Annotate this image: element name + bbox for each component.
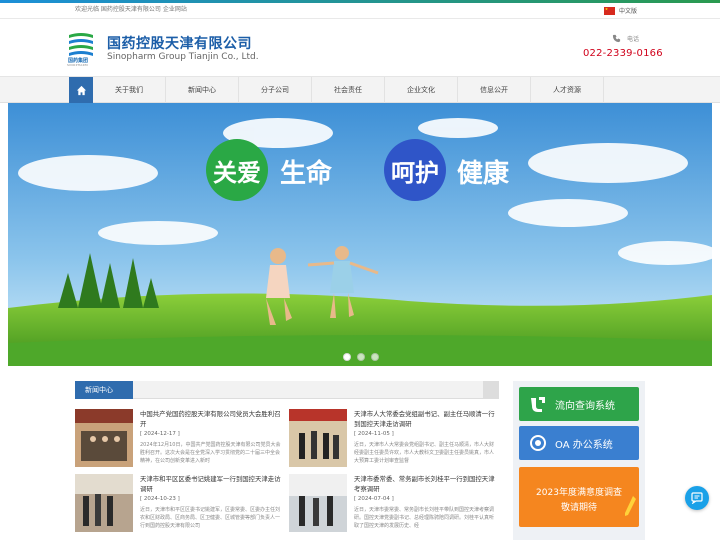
slogan-word-health: 健康 — [457, 159, 510, 189]
slogan-circle-protect: 呵护 — [384, 139, 446, 201]
carousel-dot-2[interactable] — [357, 353, 365, 361]
news-date: [ 2024-10-23 ] — [140, 496, 180, 502]
nav-item-disclosure[interactable]: 信息公开 — [458, 77, 531, 103]
oa-system-icon — [530, 435, 546, 451]
flow-query-icon — [531, 397, 545, 412]
phone-label: 电话 — [627, 36, 640, 43]
slogan-word-life: 生命 — [280, 159, 333, 189]
news-item[interactable]: 天津市委常委、常务副市长刘桂平一行到国控天津考察调研 [ 2024-07-04 … — [289, 474, 499, 536]
nav-item-careers[interactable]: 人才资源 — [531, 77, 604, 103]
quick-links-panel: 流向查询系统 OA 办公系统 2023年度满意度调查 敬请期待 — [513, 381, 645, 540]
news-tab[interactable]: 新闻中心 — [75, 381, 133, 399]
news-section: 新闻中心 中国共产党国药控股天津有限公司党员大会胜利召开 [ 2024-12-1… — [75, 381, 499, 540]
news-thumbnail[interactable] — [289, 409, 347, 467]
pencil-icon — [625, 496, 636, 516]
china-flag-icon — [604, 6, 615, 15]
survey-subtitle: 敬请期待 — [560, 503, 597, 513]
news-summary: 2024年12月10日，中国共产党国药控股天津有限公司党员大会胜利召开。这次大会… — [140, 442, 281, 464]
oa-system-label: OA 办公系统 — [555, 439, 613, 451]
banner-image — [8, 103, 712, 366]
nav-item-about[interactable]: 关于我们 — [93, 77, 166, 103]
nav-item-subsidiaries[interactable]: 分子公司 — [239, 77, 312, 103]
nav-item-social-responsibility[interactable]: 社会责任 — [312, 77, 385, 103]
news-summary: 近日，天津市人大常委会党组副书记、副主任马顺清，市人大财经委副主任委员许欢，市人… — [354, 442, 495, 464]
nav-item-news[interactable]: 新闻中心 — [166, 77, 239, 103]
language-label: 中文版 — [619, 8, 638, 15]
news-item[interactable]: 天津市人大常委会党组副书记、副主任马顺清一行到国控天津走访调研 [ 2024-1… — [289, 409, 499, 471]
hero-banner[interactable]: 关爱 生命 呵护 健康 — [8, 103, 712, 366]
top-bar: 欢迎光临 国药控股天津有限公司 企业网站 中文版 — [0, 3, 720, 19]
main-nav: 关于我们 新闻中心 分子公司 社会责任 企业文化 信息公开 人才资源 — [0, 76, 720, 103]
news-title[interactable]: 天津市人大常委会党组副书记、副主任马顺清一行到国控天津走访调研 — [354, 409, 496, 429]
news-date: [ 2024-12-17 ] — [140, 431, 180, 437]
welcome-text: 欢迎光临 国药控股天津有限公司 企业网站 — [75, 6, 187, 13]
home-icon — [76, 85, 86, 95]
phone-icon — [612, 34, 621, 43]
news-title[interactable]: 天津市委常委、常务副市长刘桂平一行到国控天津考察调研 — [354, 474, 496, 494]
flow-query-button[interactable]: 流向查询系统 — [519, 387, 639, 421]
oa-system-button[interactable]: OA 办公系统 — [519, 426, 639, 460]
news-summary: 近日，天津市和平区区委书记姚建军，区委常委、区委办主任刘农和区财政局、区商务局、… — [140, 507, 281, 529]
slogan-circle-care: 关爱 — [206, 139, 268, 201]
company-name-en: Sinopharm Group Tianjin Co., Ltd. — [107, 52, 259, 62]
news-title[interactable]: 天津市和平区区委书记姚建军一行到国控天津走访调研 — [140, 474, 282, 494]
phone-number: 022-2339-0166 — [583, 48, 663, 59]
chat-float-button[interactable] — [685, 486, 709, 510]
news-thumbnail[interactable] — [75, 409, 133, 467]
news-item[interactable]: 天津市和平区区委书记姚建军一行到国控天津走访调研 [ 2024-10-23 ] … — [75, 474, 285, 536]
satisfaction-survey-banner[interactable]: 2023年度满意度调查 敬请期待 — [519, 467, 639, 527]
news-date: [ 2024-11-05 ] — [354, 431, 394, 437]
news-title[interactable]: 中国共产党国药控股天津有限公司党员大会胜利召开 — [140, 409, 282, 429]
news-thumbnail[interactable] — [289, 474, 347, 532]
carousel-dot-1[interactable] — [343, 353, 351, 361]
news-date: [ 2024-07-04 ] — [354, 496, 394, 502]
news-summary: 近日，天津市委常委、常务副市长刘桂平带队到国控天津考察调研。国控天津党委副书记、… — [354, 507, 495, 529]
news-header: 新闻中心 — [75, 381, 499, 399]
carousel-dots — [343, 353, 379, 361]
survey-title: 2023年度满意度调查 — [536, 488, 622, 498]
news-thumbnail[interactable] — [75, 474, 133, 532]
news-item[interactable]: 中国共产党国药控股天津有限公司党员大会胜利召开 [ 2024-12-17 ] 2… — [75, 409, 285, 471]
news-more-button[interactable] — [483, 381, 499, 399]
flow-query-label: 流向查询系统 — [555, 400, 615, 412]
nav-home-button[interactable] — [69, 77, 93, 103]
carousel-dot-3[interactable] — [371, 353, 379, 361]
logo-subtext: SINOPHARM — [67, 63, 88, 67]
chat-icon — [691, 492, 703, 504]
language-switch[interactable]: 中文版 — [604, 5, 637, 16]
site-header: 国药集团 SINOPHARM 国药控股天津有限公司 Sinopharm Grou… — [0, 20, 720, 76]
nav-item-culture[interactable]: 企业文化 — [385, 77, 458, 103]
company-name-cn: 国药控股天津有限公司 — [107, 36, 252, 52]
